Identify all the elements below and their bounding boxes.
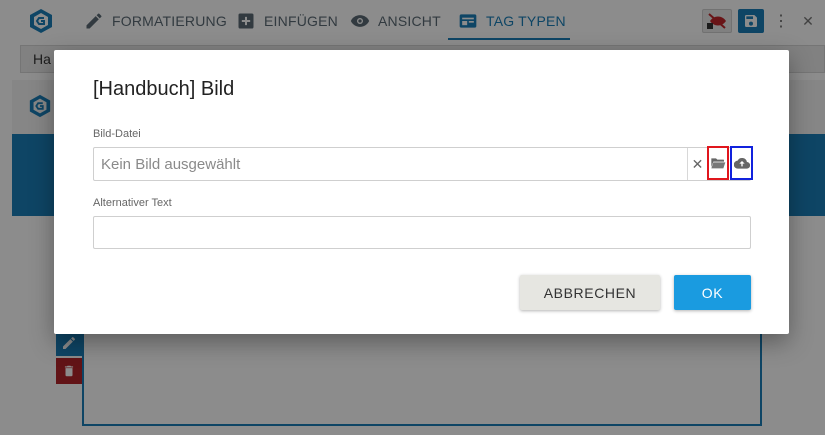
browse-file-button[interactable]	[707, 146, 729, 180]
upload-file-button[interactable]	[730, 146, 753, 180]
folder-open-icon	[711, 158, 726, 169]
ok-button[interactable]: OK	[674, 275, 751, 310]
image-dialog: [Handbuch] Bild Bild-Datei ✕ Alternative…	[54, 50, 789, 334]
dialog-title: [Handbuch] Bild	[93, 78, 235, 100]
image-file-input[interactable]	[94, 148, 686, 180]
cloud-upload-icon	[733, 157, 750, 169]
clear-file-button[interactable]: ✕	[687, 148, 707, 180]
image-file-label: Bild-Datei	[93, 128, 141, 140]
close-icon: ✕	[691, 155, 704, 172]
cancel-button[interactable]: ABBRECHEN	[520, 275, 660, 310]
image-file-field: ✕	[93, 146, 753, 181]
alt-text-label: Alternativer Text	[93, 197, 172, 209]
alt-text-input[interactable]	[93, 216, 751, 249]
